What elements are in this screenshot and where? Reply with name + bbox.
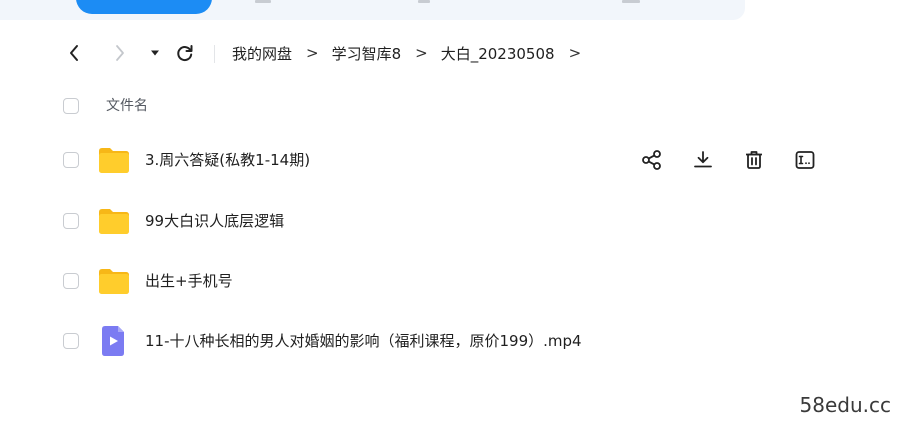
download-button[interactable] xyxy=(689,146,717,174)
row-actions xyxy=(638,146,842,174)
toolbar-icon[interactable] xyxy=(418,0,430,3)
file-row[interactable]: 出生+手机号 xyxy=(0,253,903,309)
chevron-right-icon xyxy=(116,45,124,61)
breadcrumb-item[interactable]: 学习智库8 xyxy=(332,43,402,64)
file-row[interactable]: 3.周六答疑(私教1-14期) xyxy=(0,132,903,188)
upload-button[interactable] xyxy=(76,0,212,14)
file-name[interactable]: 出生+手机号 xyxy=(145,270,233,291)
share-button[interactable] xyxy=(638,146,666,174)
breadcrumb-separator: > xyxy=(306,44,319,62)
file-name[interactable]: 11-十八种长相的男人对婚姻的影响（福利课程，原价199）.mp4 xyxy=(145,330,582,351)
toolbar-icon[interactable] xyxy=(255,0,271,3)
column-header-filename[interactable]: 文件名 xyxy=(106,95,148,115)
delete-button[interactable] xyxy=(740,146,768,174)
toolbar-icon[interactable] xyxy=(622,0,640,3)
top-toolbar xyxy=(0,0,903,22)
video-file-icon xyxy=(102,326,124,356)
refresh-button[interactable] xyxy=(173,40,197,66)
folder-icon xyxy=(99,269,129,294)
share-icon xyxy=(642,150,661,170)
rename-icon xyxy=(795,151,815,169)
folder-icon xyxy=(99,148,129,173)
rename-button[interactable] xyxy=(791,146,819,174)
breadcrumb: 我的网盘 > 学习智库8 > 大白_20230508 > xyxy=(232,36,594,70)
row-checkbox[interactable] xyxy=(63,273,79,289)
row-checkbox[interactable] xyxy=(63,333,79,349)
refresh-icon xyxy=(177,45,193,61)
nav-divider xyxy=(214,45,215,63)
download-icon xyxy=(694,151,712,168)
delete-icon xyxy=(746,151,762,169)
back-button[interactable] xyxy=(62,40,86,66)
row-checkbox[interactable] xyxy=(63,213,79,229)
folder-icon xyxy=(99,209,129,234)
breadcrumb-item-current[interactable]: 大白_20230508 xyxy=(441,43,555,64)
watermark: 58edu.cc xyxy=(799,393,891,417)
select-all-checkbox[interactable] xyxy=(63,98,79,114)
row-checkbox[interactable] xyxy=(63,152,79,168)
chevron-left-icon xyxy=(70,45,78,61)
file-name[interactable]: 99大白识人底层逻辑 xyxy=(145,210,284,231)
breadcrumb-separator: > xyxy=(415,44,428,62)
file-row[interactable]: 11-十八种长相的男人对婚姻的影响（福利课程，原价199）.mp4 xyxy=(0,313,903,369)
forward-button[interactable] xyxy=(108,40,132,66)
file-name[interactable]: 3.周六答疑(私教1-14期) xyxy=(145,149,310,170)
breadcrumb-item[interactable]: 我的网盘 xyxy=(232,43,292,64)
breadcrumb-separator: > xyxy=(568,44,582,62)
navigation-bar: 我的网盘 > 学习智库8 > 大白_20230508 > xyxy=(0,36,903,70)
history-dropdown-button[interactable] xyxy=(143,40,167,66)
file-list-header: 文件名 xyxy=(0,90,903,122)
caret-down-icon xyxy=(151,50,159,56)
file-row[interactable]: 99大白识人底层逻辑 xyxy=(0,193,903,249)
